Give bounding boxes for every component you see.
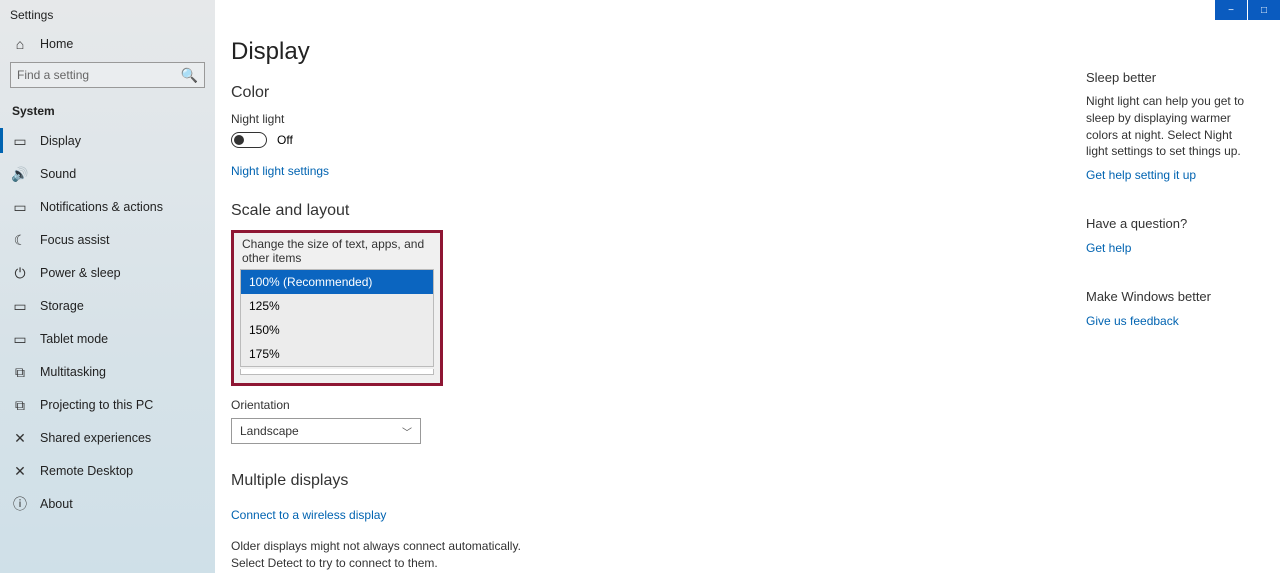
info-column: Sleep better Night light can help you ge… xyxy=(1086,38,1256,573)
sidebar-item-shared[interactable]: ✕ Shared experiences xyxy=(0,421,215,454)
detect-note: Older displays might not always connect … xyxy=(231,538,531,572)
sidebar-item-label: Power & sleep xyxy=(40,266,121,280)
sidebar-item-notifications[interactable]: ▭ Notifications & actions xyxy=(0,190,215,223)
sidebar-item-label: About xyxy=(40,497,73,511)
info-feedback-heading: Make Windows better xyxy=(1086,289,1252,304)
sidebar-item-label: Display xyxy=(40,134,81,148)
sidebar-item-power[interactable]: ⏻ Power & sleep xyxy=(0,256,215,289)
scale-dropdown-highlighted: Change the size of text, apps, and other… xyxy=(231,230,443,386)
scale-option[interactable]: 125% xyxy=(241,294,433,318)
toggle-thumb xyxy=(234,135,244,145)
info-sleep-body: Night light can help you get to sleep by… xyxy=(1086,93,1252,160)
sound-icon: 🔊 xyxy=(12,166,28,182)
sidebar-item-multitasking[interactable]: ⧉ Multitasking xyxy=(0,355,215,388)
notifications-icon: ▭ xyxy=(12,199,28,215)
main-panel: Display Color Night light Off Night ligh… xyxy=(215,0,1280,573)
orientation-value: Landscape xyxy=(240,424,299,438)
sidebar-item-focusassist[interactable]: ☾ Focus assist xyxy=(0,223,215,256)
sidebar-home[interactable]: ⌂ Home xyxy=(0,26,215,62)
section-color: Color xyxy=(231,84,791,102)
info-sleep-link[interactable]: Get help setting it up xyxy=(1086,168,1196,182)
nightlight-state: Off xyxy=(277,133,293,147)
window-titlebar: − □ xyxy=(1215,0,1280,20)
sidebar-item-label: Projecting to this PC xyxy=(40,398,153,412)
nightlight-toggle[interactable]: Off xyxy=(231,132,791,148)
remote-icon: ✕ xyxy=(12,463,28,479)
sidebar-item-tablet[interactable]: ▭ Tablet mode xyxy=(0,322,215,355)
scale-option[interactable]: 100% (Recommended) xyxy=(241,270,433,294)
shared-icon: ✕ xyxy=(12,430,28,446)
sidebar-item-label: Tablet mode xyxy=(40,332,108,346)
about-icon: ⓘ xyxy=(12,496,28,512)
scale-label: Change the size of text, apps, and other… xyxy=(240,237,434,265)
scale-dropdown-bottom xyxy=(240,369,434,375)
sidebar-item-label: Notifications & actions xyxy=(40,200,163,214)
sidebar-item-label: Focus assist xyxy=(40,233,109,247)
tablet-icon: ▭ xyxy=(12,331,28,347)
window-maximize-button[interactable]: □ xyxy=(1248,0,1280,20)
section-scale: Scale and layout xyxy=(231,202,791,220)
sidebar-item-label: Storage xyxy=(40,299,84,313)
sidebar-item-storage[interactable]: ▭ Storage xyxy=(0,289,215,322)
chevron-down-icon: ﹀ xyxy=(402,424,412,439)
sidebar-item-label: Multitasking xyxy=(40,365,106,379)
sidebar-item-projecting[interactable]: ⧉ Projecting to this PC xyxy=(0,388,215,421)
app-title: Settings xyxy=(0,0,215,26)
sidebar-item-label: Sound xyxy=(40,167,76,181)
search-icon: 🔍 xyxy=(181,68,198,82)
multitasking-icon: ⧉ xyxy=(12,364,28,380)
sidebar-item-remote[interactable]: ✕ Remote Desktop xyxy=(0,454,215,487)
scale-dropdown-open[interactable]: 100% (Recommended)125%150%175% xyxy=(240,269,434,367)
orientation-label: Orientation xyxy=(231,398,791,412)
nightlight-label: Night light xyxy=(231,112,791,126)
connect-wireless-link[interactable]: Connect to a wireless display xyxy=(231,508,386,522)
nightlight-settings-link[interactable]: Night light settings xyxy=(231,164,329,178)
search-placeholder: Find a setting xyxy=(17,68,89,82)
search-input[interactable]: Find a setting 🔍 xyxy=(10,62,205,88)
info-question-link[interactable]: Get help xyxy=(1086,241,1131,255)
section-multiple-displays: Multiple displays xyxy=(231,472,791,490)
focusassist-icon: ☾ xyxy=(12,232,28,248)
sidebar-item-display[interactable]: ▭ Display xyxy=(0,124,215,157)
info-sleep-heading: Sleep better xyxy=(1086,70,1252,85)
page-title: Display xyxy=(231,38,791,66)
info-question-heading: Have a question? xyxy=(1086,216,1252,231)
window-minimize-button[interactable]: − xyxy=(1215,0,1247,20)
sidebar-item-sound[interactable]: 🔊 Sound xyxy=(0,157,215,190)
display-icon: ▭ xyxy=(12,133,28,149)
toggle-track xyxy=(231,132,267,148)
projecting-icon: ⧉ xyxy=(12,397,28,413)
sidebar: Settings ⌂ Home Find a setting 🔍 System … xyxy=(0,0,215,573)
sidebar-item-about[interactable]: ⓘ About xyxy=(0,487,215,520)
scale-option[interactable]: 150% xyxy=(241,318,433,342)
power-icon: ⏻ xyxy=(12,265,28,281)
sidebar-section-label: System xyxy=(0,98,215,124)
info-feedback-link[interactable]: Give us feedback xyxy=(1086,314,1179,328)
sidebar-item-label: Shared experiences xyxy=(40,431,151,445)
storage-icon: ▭ xyxy=(12,298,28,314)
sidebar-item-label: Remote Desktop xyxy=(40,464,133,478)
orientation-dropdown[interactable]: Landscape ﹀ xyxy=(231,418,421,444)
home-icon: ⌂ xyxy=(12,36,28,52)
home-label: Home xyxy=(40,37,73,51)
scale-option[interactable]: 175% xyxy=(241,342,433,366)
